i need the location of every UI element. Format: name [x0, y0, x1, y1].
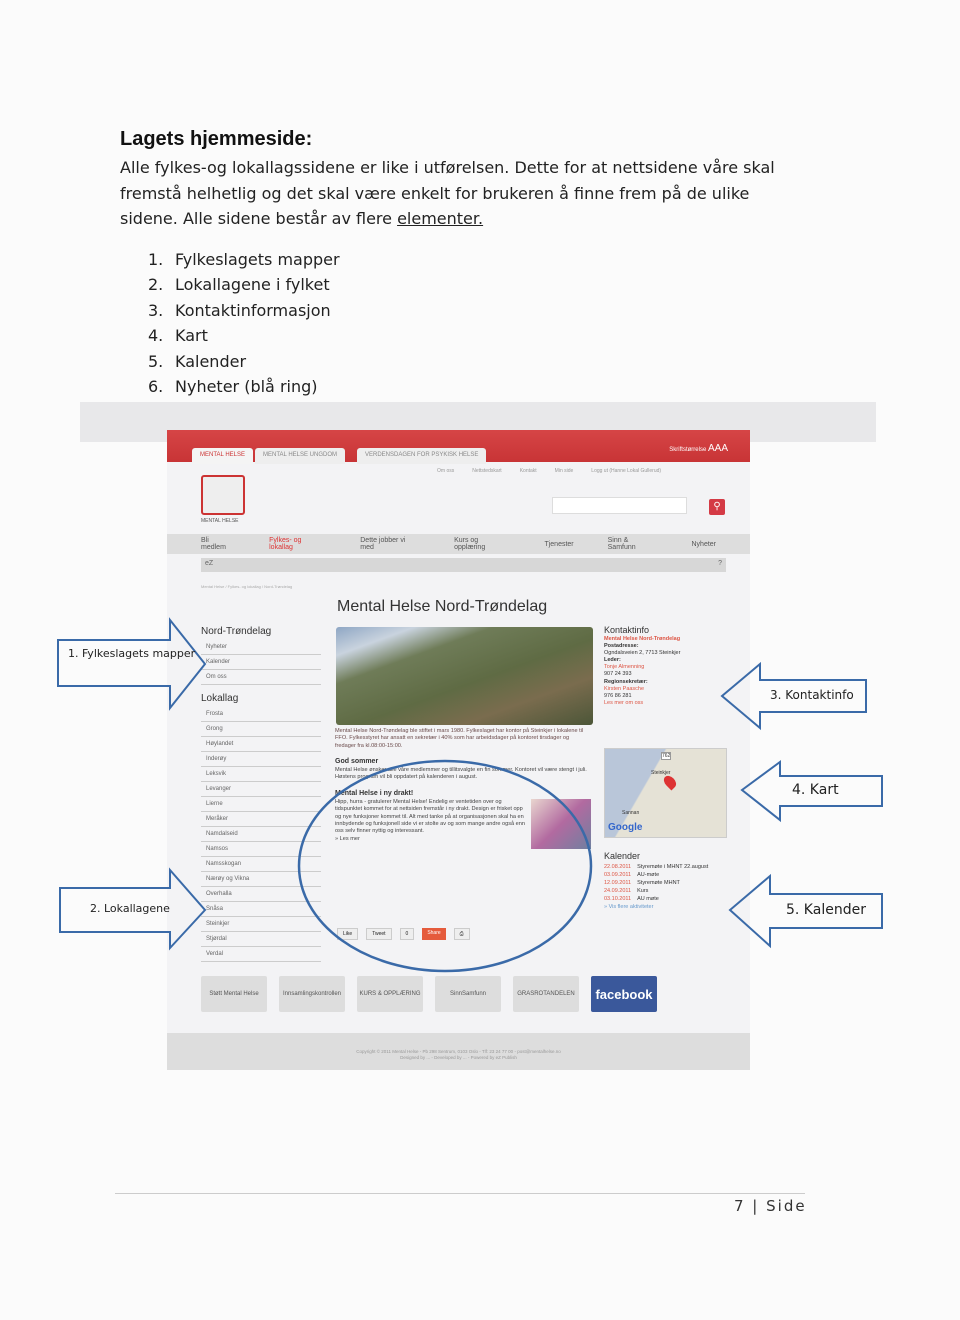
- arrow-right-icon: [57, 617, 207, 711]
- footer-rule: [115, 1193, 805, 1194]
- news-ring: [297, 759, 593, 973]
- callout-label: 4. Kart: [792, 782, 839, 798]
- callout-label: 1. Fylkeslagets mapper: [68, 647, 196, 660]
- callout-label: 3. Kontaktinfo: [770, 688, 854, 702]
- page-number: 7 | Side: [734, 1197, 807, 1215]
- callout-label: 5. Kalender: [786, 902, 866, 918]
- annotation-layer: [57, 617, 883, 973]
- callout-label: 2. Lokallagene: [90, 902, 170, 915]
